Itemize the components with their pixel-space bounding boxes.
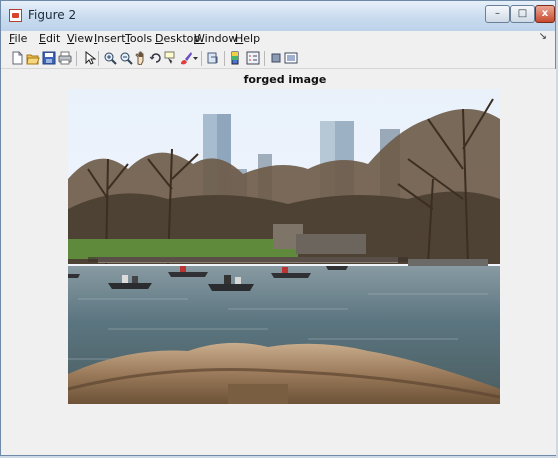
toolbar-separator	[98, 51, 99, 66]
link-plot-icon[interactable]	[206, 51, 220, 65]
lawn	[68, 239, 298, 259]
menu-help[interactable]: Help	[235, 32, 260, 45]
maximize-button[interactable]: □	[510, 5, 535, 23]
zoom-out-icon[interactable]	[119, 51, 133, 65]
brush-dropdown-icon[interactable]	[192, 51, 200, 65]
zoom-in-icon[interactable]	[103, 51, 117, 65]
figure-toolbar	[1, 48, 555, 69]
toolbar-separator	[264, 51, 265, 66]
toolbar-separator	[76, 51, 77, 66]
new-file-icon[interactable]	[10, 51, 24, 65]
insert-legend-icon[interactable]	[246, 51, 260, 65]
toolbar-separator	[224, 51, 225, 66]
show-plot-tools-icon[interactable]	[284, 51, 298, 65]
window-title: Figure 2	[28, 8, 77, 22]
minimize-button[interactable]: –	[485, 5, 510, 23]
menu-file[interactable]: File	[9, 32, 27, 45]
save-icon[interactable]	[42, 51, 56, 65]
open-folder-icon[interactable]	[26, 51, 40, 65]
insert-colorbar-icon[interactable]	[229, 51, 243, 65]
rotate-3d-icon[interactable]	[149, 51, 163, 65]
brush-icon[interactable]	[179, 51, 193, 65]
menu-view[interactable]: View	[67, 32, 93, 45]
axes-title: forged image	[243, 73, 327, 86]
dock-arrow-icon[interactable]: ↘	[539, 31, 547, 42]
menu-tools[interactable]: Tools	[125, 32, 152, 45]
title-bar[interactable]: Figure 2 – □ x	[1, 1, 555, 31]
toolbar-separator	[201, 51, 202, 66]
menu-bar: File Edit View Insert Tools Desktop Wind…	[1, 31, 555, 48]
data-cursor-icon[interactable]	[164, 51, 178, 65]
menu-insert[interactable]: Insert	[94, 32, 126, 45]
menu-edit[interactable]: Edit	[39, 32, 60, 45]
matlab-figure-icon	[9, 9, 22, 22]
hide-plot-tools-icon[interactable]	[269, 51, 283, 65]
print-icon[interactable]	[58, 51, 72, 65]
log-stump	[228, 384, 288, 404]
pan-hand-icon[interactable]	[134, 51, 148, 65]
close-button[interactable]: x	[535, 5, 555, 23]
menu-window[interactable]: Window	[194, 32, 237, 45]
forged-image-display[interactable]	[68, 89, 500, 404]
select-arrow-icon[interactable]	[82, 51, 96, 65]
